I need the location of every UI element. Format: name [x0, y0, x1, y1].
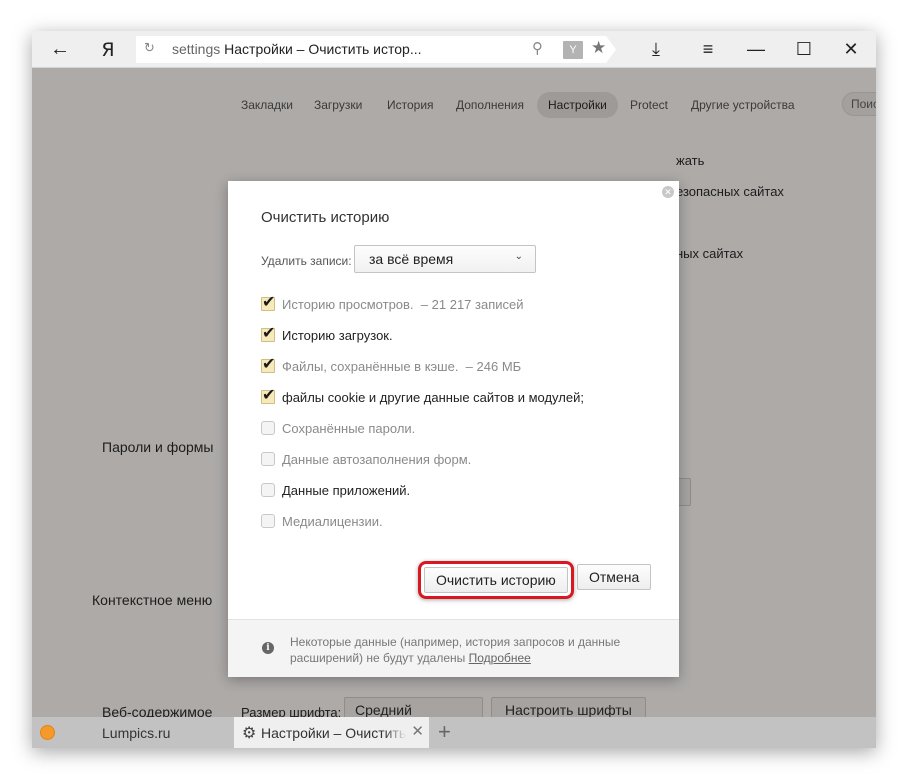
nav-downloads[interactable]: Загрузки	[314, 98, 362, 112]
checkbox-checked[interactable]	[261, 323, 275, 343]
nav-settings[interactable]: Настройки	[537, 92, 618, 118]
settings-page: Закладки Загрузки История Дополнения Нас…	[32, 68, 876, 723]
option-app-data[interactable]: Данные приложений.	[261, 480, 410, 500]
settings-search-input[interactable]: Поиск	[842, 92, 876, 116]
url-protocol: settings	[172, 41, 221, 57]
nav-extensions[interactable]: Дополнения	[456, 98, 524, 112]
tab-settings[interactable]: ⚙ Настройки – Очистить историю ✕	[234, 717, 429, 748]
minimize-icon[interactable]: —	[743, 31, 769, 68]
checkbox-unchecked[interactable]	[261, 514, 275, 528]
option-download-history[interactable]: Историю загрузок.	[261, 323, 393, 345]
option-detail: – 21 217 записей	[420, 296, 524, 312]
new-tab-icon[interactable]: +	[438, 719, 451, 745]
yandex-logo[interactable]: Я	[96, 31, 120, 68]
info-icon: i	[262, 642, 274, 654]
option-media-licenses[interactable]: Медиалицензии.	[261, 511, 383, 531]
section-context-menu: Контекстное меню	[92, 592, 213, 608]
dialog-title: Очистить историю	[261, 209, 390, 226]
checkbox-unchecked[interactable]	[261, 421, 275, 435]
option-label: Историю загрузок.	[282, 327, 393, 343]
search-in-page-icon[interactable]: ⚲	[532, 39, 543, 57]
bookmark-star-icon[interactable]: ★	[591, 38, 606, 58]
maximize-icon[interactable]: ☐	[791, 31, 817, 68]
dialog-close-icon[interactable]: ✕	[662, 186, 674, 198]
close-window-icon[interactable]: ✕	[838, 31, 864, 68]
browser-window: ← Я ↻ settings Настройки – Очистить исто…	[32, 31, 876, 748]
range-label: Удалить записи:	[261, 254, 352, 268]
option-cached-files[interactable]: Файлы, сохранённые в кэше. – 246 МБ	[261, 354, 522, 376]
tab-title: Lumpics.ru	[102, 725, 171, 741]
range-select-value: за всё время	[369, 251, 454, 267]
settings-nav: Закладки Загрузки История Дополнения Нас…	[32, 92, 876, 120]
tab-lumpics[interactable]: Lumpics.ru	[32, 717, 232, 748]
download-icon[interactable]: ⤓	[643, 31, 669, 68]
browser-toolbar: ← Я ↻ settings Настройки – Очистить исто…	[32, 31, 876, 68]
bg-setting-text: ных сайтах	[676, 246, 744, 261]
url-text[interactable]: settings Настройки – Очистить истор...	[172, 41, 422, 57]
option-label: Сохранённые пароли.	[282, 420, 416, 436]
bg-setting-text: езопасных сайтах	[676, 184, 784, 199]
cancel-button[interactable]: Отмена	[577, 564, 652, 590]
chevron-down-icon: ⌄	[514, 251, 523, 262]
nav-bookmarks[interactable]: Закладки	[241, 98, 293, 112]
checkbox-unchecked[interactable]	[261, 483, 275, 497]
checkbox-checked[interactable]	[261, 385, 275, 405]
reload-icon[interactable]: ↻	[144, 40, 155, 56]
checkbox-checked[interactable]	[261, 292, 275, 312]
clear-history-dialog: ✕ Очистить историю Удалить записи: за вс…	[228, 181, 679, 677]
option-autofill[interactable]: Данные автозаполнения форм.	[261, 449, 471, 469]
section-passwords-forms: Пароли и формы	[102, 439, 214, 455]
footer-note: Некоторые данные (например, история запр…	[290, 634, 650, 666]
nav-protect[interactable]: Protect	[630, 98, 668, 112]
option-detail: – 246 МБ	[465, 358, 522, 374]
option-label: Медиалицензии.	[282, 513, 383, 529]
option-cookies[interactable]: файлы cookie и другие данные сайтов и мо…	[261, 385, 584, 407]
option-label: Данные приложений.	[282, 482, 411, 498]
option-label: файлы cookie и другие данные сайтов и мо…	[282, 389, 584, 405]
tab-close-icon[interactable]: ✕	[411, 722, 424, 740]
url-page-title: Настройки – Очистить истор...	[224, 41, 422, 57]
checkbox-unchecked[interactable]	[261, 452, 275, 466]
back-arrow-icon[interactable]: ←	[44, 31, 76, 68]
footer-note-text: Некоторые данные (например, история запр…	[290, 635, 621, 665]
option-label: Файлы, сохранённые в кэше.	[282, 358, 459, 374]
bg-button-partial	[677, 478, 691, 506]
protect-icon[interactable]: Y	[563, 41, 583, 59]
learn-more-link[interactable]: Подробнее	[469, 651, 531, 665]
menu-icon[interactable]: ≡	[695, 31, 721, 68]
range-select[interactable]: за всё время ⌄	[354, 245, 536, 273]
address-bar[interactable]: ↻ settings Настройки – Очистить истор...…	[136, 36, 616, 63]
nav-history[interactable]: История	[387, 98, 434, 112]
clear-button-highlight: Очистить историю	[418, 561, 574, 599]
orange-favicon-icon	[40, 725, 55, 740]
tab-title: Настройки – Очистить историю	[261, 725, 406, 741]
option-label: Данные автозаполнения форм.	[282, 451, 472, 467]
nav-other-devices[interactable]: Другие устройства	[691, 98, 795, 112]
option-saved-passwords[interactable]: Сохранённые пароли.	[261, 418, 415, 438]
gear-icon: ⚙	[242, 725, 257, 742]
bg-setting-text: жать	[676, 153, 705, 168]
option-label: Историю просмотров.	[282, 296, 414, 312]
tab-bar: Lumpics.ru ⚙ Настройки – Очистить истори…	[32, 717, 876, 748]
dialog-footer: i Некоторые данные (например, история за…	[228, 619, 679, 677]
option-browsing-history[interactable]: Историю просмотров. – 21 217 записей	[261, 292, 524, 314]
clear-history-button[interactable]: Очистить историю	[424, 567, 568, 593]
checkbox-checked[interactable]	[261, 354, 275, 374]
